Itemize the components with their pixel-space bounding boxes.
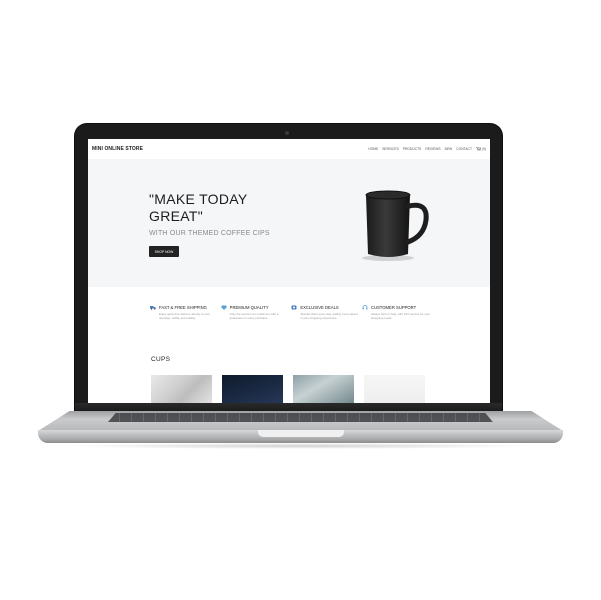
feature-customer-support: CUSTOMER SUPPORT Always here to help, wi… (362, 305, 430, 320)
nav-item-new[interactable]: NEW (445, 147, 453, 151)
features-row: FAST & FREE SHIPPING Enjoy quick free de… (150, 305, 430, 320)
laptop-shadow (60, 443, 540, 449)
feature-title: PREMIUM QUALITY (229, 305, 269, 310)
nav-item-services[interactable]: SERVICES (382, 147, 399, 151)
feature-exclusive-deals: EXCLUSIVE DEALS Special offers every day… (291, 305, 359, 320)
nav-item-products[interactable]: PRODUCTS (403, 147, 422, 151)
feature-desc: Enjoy quick free delivery directly to yo… (159, 312, 210, 320)
cups-gallery (151, 375, 425, 403)
feature-title: FAST & FREE SHIPPING (159, 305, 207, 310)
headset-icon (362, 305, 368, 310)
laptop-screen: MINI ONLINE STORE HOME SERVICES PRODUCTS… (88, 139, 490, 403)
truck-icon (150, 306, 156, 310)
webcam (285, 131, 289, 135)
cup-thumbnail[interactable] (293, 375, 354, 403)
hero-title-line-1: "MAKE TODAY (149, 191, 248, 207)
feature-premium-quality: PREMIUM QUALITY Only the best for our cu… (220, 305, 289, 320)
shop-now-button[interactable]: SHOP NOW (149, 246, 179, 257)
hero-title-line-2: GREAT" (149, 208, 203, 224)
nav-item-reviews[interactable]: REVIEWS (425, 147, 440, 151)
nav-item-contact[interactable]: CONTACT (456, 147, 472, 151)
feature-fast-free-shipping: FAST & FREE SHIPPING Enjoy quick free de… (150, 305, 218, 320)
tag-icon (291, 305, 297, 310)
cup-thumbnail[interactable] (151, 375, 212, 403)
hero-section: "MAKE TODAY GREAT" WITH OUR THEMED COFFE… (88, 159, 490, 287)
site-brand[interactable]: MINI ONLINE STORE (92, 146, 143, 152)
nav-item-home[interactable]: HOME (368, 147, 378, 151)
feature-desc: Only the best for our customers with a g… (229, 312, 279, 320)
cups-section-title: CUPS (151, 356, 171, 363)
laptop-mockup: MINI ONLINE STORE HOME SERVICES PRODUCTS… (0, 0, 601, 600)
cup-thumbnail[interactable] (222, 375, 283, 403)
diamond-icon (220, 305, 227, 310)
feature-title: EXCLUSIVE DEALS (300, 305, 339, 310)
nav-menu: HOME SERVICES PRODUCTS REVIEWS NEW CONTA… (368, 147, 486, 151)
laptop-opening-notch (258, 430, 344, 437)
feature-desc: Special offers every day, adding more sa… (300, 312, 358, 320)
hero-subtitle: WITH OUR THEMED COFFEE CIPS (149, 230, 270, 237)
cart-button[interactable]: (0) (475, 147, 486, 151)
cart-count: (0) (481, 147, 486, 151)
hero-title: "MAKE TODAY GREAT" (149, 191, 279, 225)
site-navbar: MINI ONLINE STORE HOME SERVICES PRODUCTS… (88, 139, 490, 159)
mug-image (362, 190, 429, 261)
feature-desc: Always here to help, with 24/7 service f… (370, 312, 430, 320)
cart-icon (475, 147, 481, 151)
cup-thumbnail[interactable] (364, 375, 425, 403)
laptop-keyboard (108, 413, 493, 422)
feature-title: CUSTOMER SUPPORT (370, 305, 417, 310)
